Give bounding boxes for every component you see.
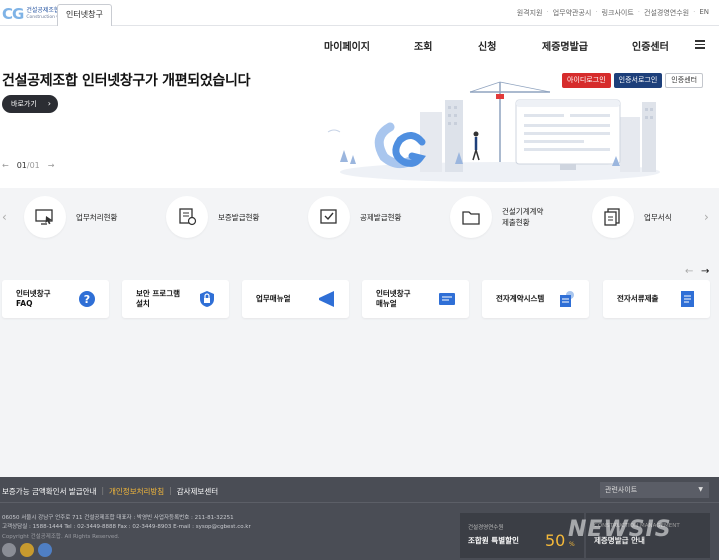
logo-mark: CG bbox=[2, 5, 24, 23]
footer-link-audit-report[interactable]: 감사제보센터 bbox=[177, 486, 218, 497]
top-bar: CG 건설공제조합 Construction Guarantee 인터넷창구 원… bbox=[0, 0, 719, 26]
footer: 보증가능 금액확인서 발급안내 | 개인정보처리방침 | 감사제보센터 관련사이트 … bbox=[0, 477, 719, 560]
nav-item-apply[interactable]: 신청 bbox=[478, 38, 496, 53]
util-link-link-sites[interactable]: 링크사이트 bbox=[602, 8, 634, 18]
nav-item-auth-center[interactable]: 인증센터 bbox=[632, 38, 669, 53]
card-security-program[interactable]: 보안 프로그램 설치 bbox=[122, 280, 229, 318]
nav-item-certificates[interactable]: 제증명발급 bbox=[542, 38, 588, 53]
cards-next-arrow-icon[interactable]: → bbox=[701, 266, 709, 277]
svg-text:?: ? bbox=[84, 293, 90, 306]
card-work-manual[interactable]: 업무매뉴얼 bbox=[242, 280, 349, 318]
footer-copyright: Copyright 건설공제조합. All Rights Reserved. bbox=[2, 534, 120, 540]
util-link-remote-support[interactable]: 원격지원 bbox=[517, 8, 543, 18]
related-sites-label: 관련사이트 bbox=[605, 486, 638, 494]
documents-icon bbox=[592, 196, 634, 238]
auth-center-button[interactable]: 인증센터 bbox=[665, 73, 704, 88]
footer-address-line: 06050 서울시 강남구 언주로 711 건설공제조합 대표자 : 박영빈 사… bbox=[2, 515, 234, 521]
quick-item-work-status[interactable]: 업무처리현황 bbox=[24, 196, 117, 238]
util-link-english[interactable]: EN bbox=[699, 8, 709, 18]
main-nav: 마이페이지 조회 신청 제증명발급 인증센터 bbox=[0, 26, 719, 64]
page-total: 01 bbox=[29, 161, 40, 170]
footer-links: 보증가능 금액확인서 발급안내 | 개인정보처리방침 | 감사제보센터 bbox=[2, 486, 219, 497]
quick-item-deduction-status[interactable]: 공제발급현황 bbox=[308, 196, 401, 238]
footer-contact-line: 고객상담실 : 1588-1444 Tel : 02-3449-8888 Fax… bbox=[2, 524, 251, 530]
promo-percent: % bbox=[569, 541, 575, 548]
card-label: 보안 프로그램 설치 bbox=[136, 289, 181, 308]
question-icon: ? bbox=[79, 291, 95, 307]
footer-divider bbox=[0, 502, 719, 503]
card-label: 인터넷창구 매뉴얼 bbox=[376, 289, 411, 308]
card-label: 전자계약시스템 bbox=[496, 294, 545, 303]
promo-banner-discount[interactable]: 건설경영연수원 조합원 특별할인 50 % bbox=[460, 513, 584, 558]
document-stamp-icon bbox=[166, 196, 208, 238]
folder-icon bbox=[450, 196, 492, 238]
book-icon bbox=[439, 293, 455, 305]
util-link-terms[interactable]: 업무약관공시 bbox=[553, 8, 592, 18]
nav-item-inquiry[interactable]: 조회 bbox=[414, 38, 432, 53]
cloud-document-icon bbox=[560, 291, 574, 307]
hamburger-menu-icon[interactable] bbox=[695, 40, 705, 49]
nav-item-mypage[interactable]: 마이페이지 bbox=[324, 38, 370, 53]
card-faq[interactable]: 인터넷창구 FAQ ? bbox=[2, 280, 109, 318]
shield-lock-icon bbox=[200, 291, 214, 307]
next-arrow-icon[interactable]: → bbox=[48, 161, 55, 170]
monitor-cursor-icon bbox=[24, 196, 66, 238]
promo-title: 조합원 특별할인 bbox=[468, 536, 519, 545]
promo-number: 50 bbox=[545, 531, 566, 550]
promo-sub: 건설경영연수원 bbox=[468, 525, 504, 531]
megaphone-icon bbox=[319, 291, 334, 307]
cert-badge-icon bbox=[38, 543, 52, 557]
quick-menu: 업무처리현황 보증발급현황 공제발급현황 건설기계계약 제출현황 업무서식 bbox=[0, 192, 719, 242]
hero-pager: ← 01/01 → bbox=[2, 161, 54, 170]
hero-illustration bbox=[327, 81, 660, 182]
checkbox-screen-icon bbox=[308, 196, 350, 238]
quick-item-work-forms[interactable]: 업무서식 bbox=[592, 196, 672, 238]
related-sites-select[interactable]: 관련사이트 ▼ bbox=[600, 482, 709, 498]
newsis-watermark: NEWSIS bbox=[568, 517, 672, 542]
hero-banner: 건설공제조합 인터넷창구가 개편되었습니다 바로가기 › ← 01/01 → 아… bbox=[0, 64, 719, 188]
site-tab-internet-window[interactable]: 인터넷창구 bbox=[57, 4, 112, 26]
card-label: 전자서류제출 bbox=[617, 294, 659, 303]
util-links: 원격지원 · 업무약관공시 · 링크사이트 · 건설경영연수원 · EN bbox=[516, 8, 709, 18]
cert-badge-icon bbox=[2, 543, 16, 557]
card-e-document-submit[interactable]: 전자서류제출 bbox=[603, 280, 710, 318]
quick-label: 업무처리현황 bbox=[76, 212, 118, 222]
prev-arrow-icon[interactable]: ← bbox=[2, 161, 9, 170]
footer-link-guarantee-amount[interactable]: 보증가능 금액확인서 발급안내 bbox=[2, 486, 96, 497]
quick-item-guarantee-status[interactable]: 보증발급현황 bbox=[166, 196, 259, 238]
util-link-training-center[interactable]: 건설경영연수원 bbox=[644, 8, 689, 18]
shortcut-cards: 인터넷창구 FAQ ? 보안 프로그램 설치 업무매뉴얼 인터넷창구 매뉴얼 전… bbox=[0, 280, 719, 320]
card-label: 인터넷창구 FAQ bbox=[16, 289, 51, 308]
hero-title: 건설공제조합 인터넷창구가 개편되었습니다 bbox=[2, 73, 251, 89]
cert-badge-icon bbox=[20, 543, 34, 557]
card-label: 업무매뉴얼 bbox=[256, 294, 291, 303]
chevron-down-icon: ▼ bbox=[698, 486, 703, 493]
quick-item-machine-contract[interactable]: 건설기계계약 제출현황 bbox=[450, 196, 543, 238]
cards-prev-arrow-icon[interactable]: ← bbox=[685, 266, 693, 277]
footer-link-privacy-policy[interactable]: 개인정보처리방침 bbox=[109, 486, 164, 497]
quick-label: 업무서식 bbox=[644, 212, 672, 222]
footer-address: 06050 서울시 강남구 언주로 711 건설공제조합 대표자 : 박영빈 사… bbox=[2, 514, 251, 532]
arrow-right-icon: › bbox=[47, 99, 51, 108]
document-icon bbox=[681, 291, 694, 307]
quick-label: 건설기계계약 제출현황 bbox=[502, 207, 544, 227]
cert-badges bbox=[2, 543, 52, 557]
quick-label: 공제발급현황 bbox=[360, 212, 402, 222]
quick-label: 보증발급현황 bbox=[218, 212, 260, 222]
page-current: 01 bbox=[16, 161, 27, 170]
go-button-label: 바로가기 bbox=[11, 100, 37, 108]
card-window-manual[interactable]: 인터넷창구 매뉴얼 bbox=[362, 280, 469, 318]
card-e-contract[interactable]: 전자계약시스템 bbox=[482, 280, 589, 318]
go-button[interactable]: 바로가기 › bbox=[2, 95, 58, 113]
